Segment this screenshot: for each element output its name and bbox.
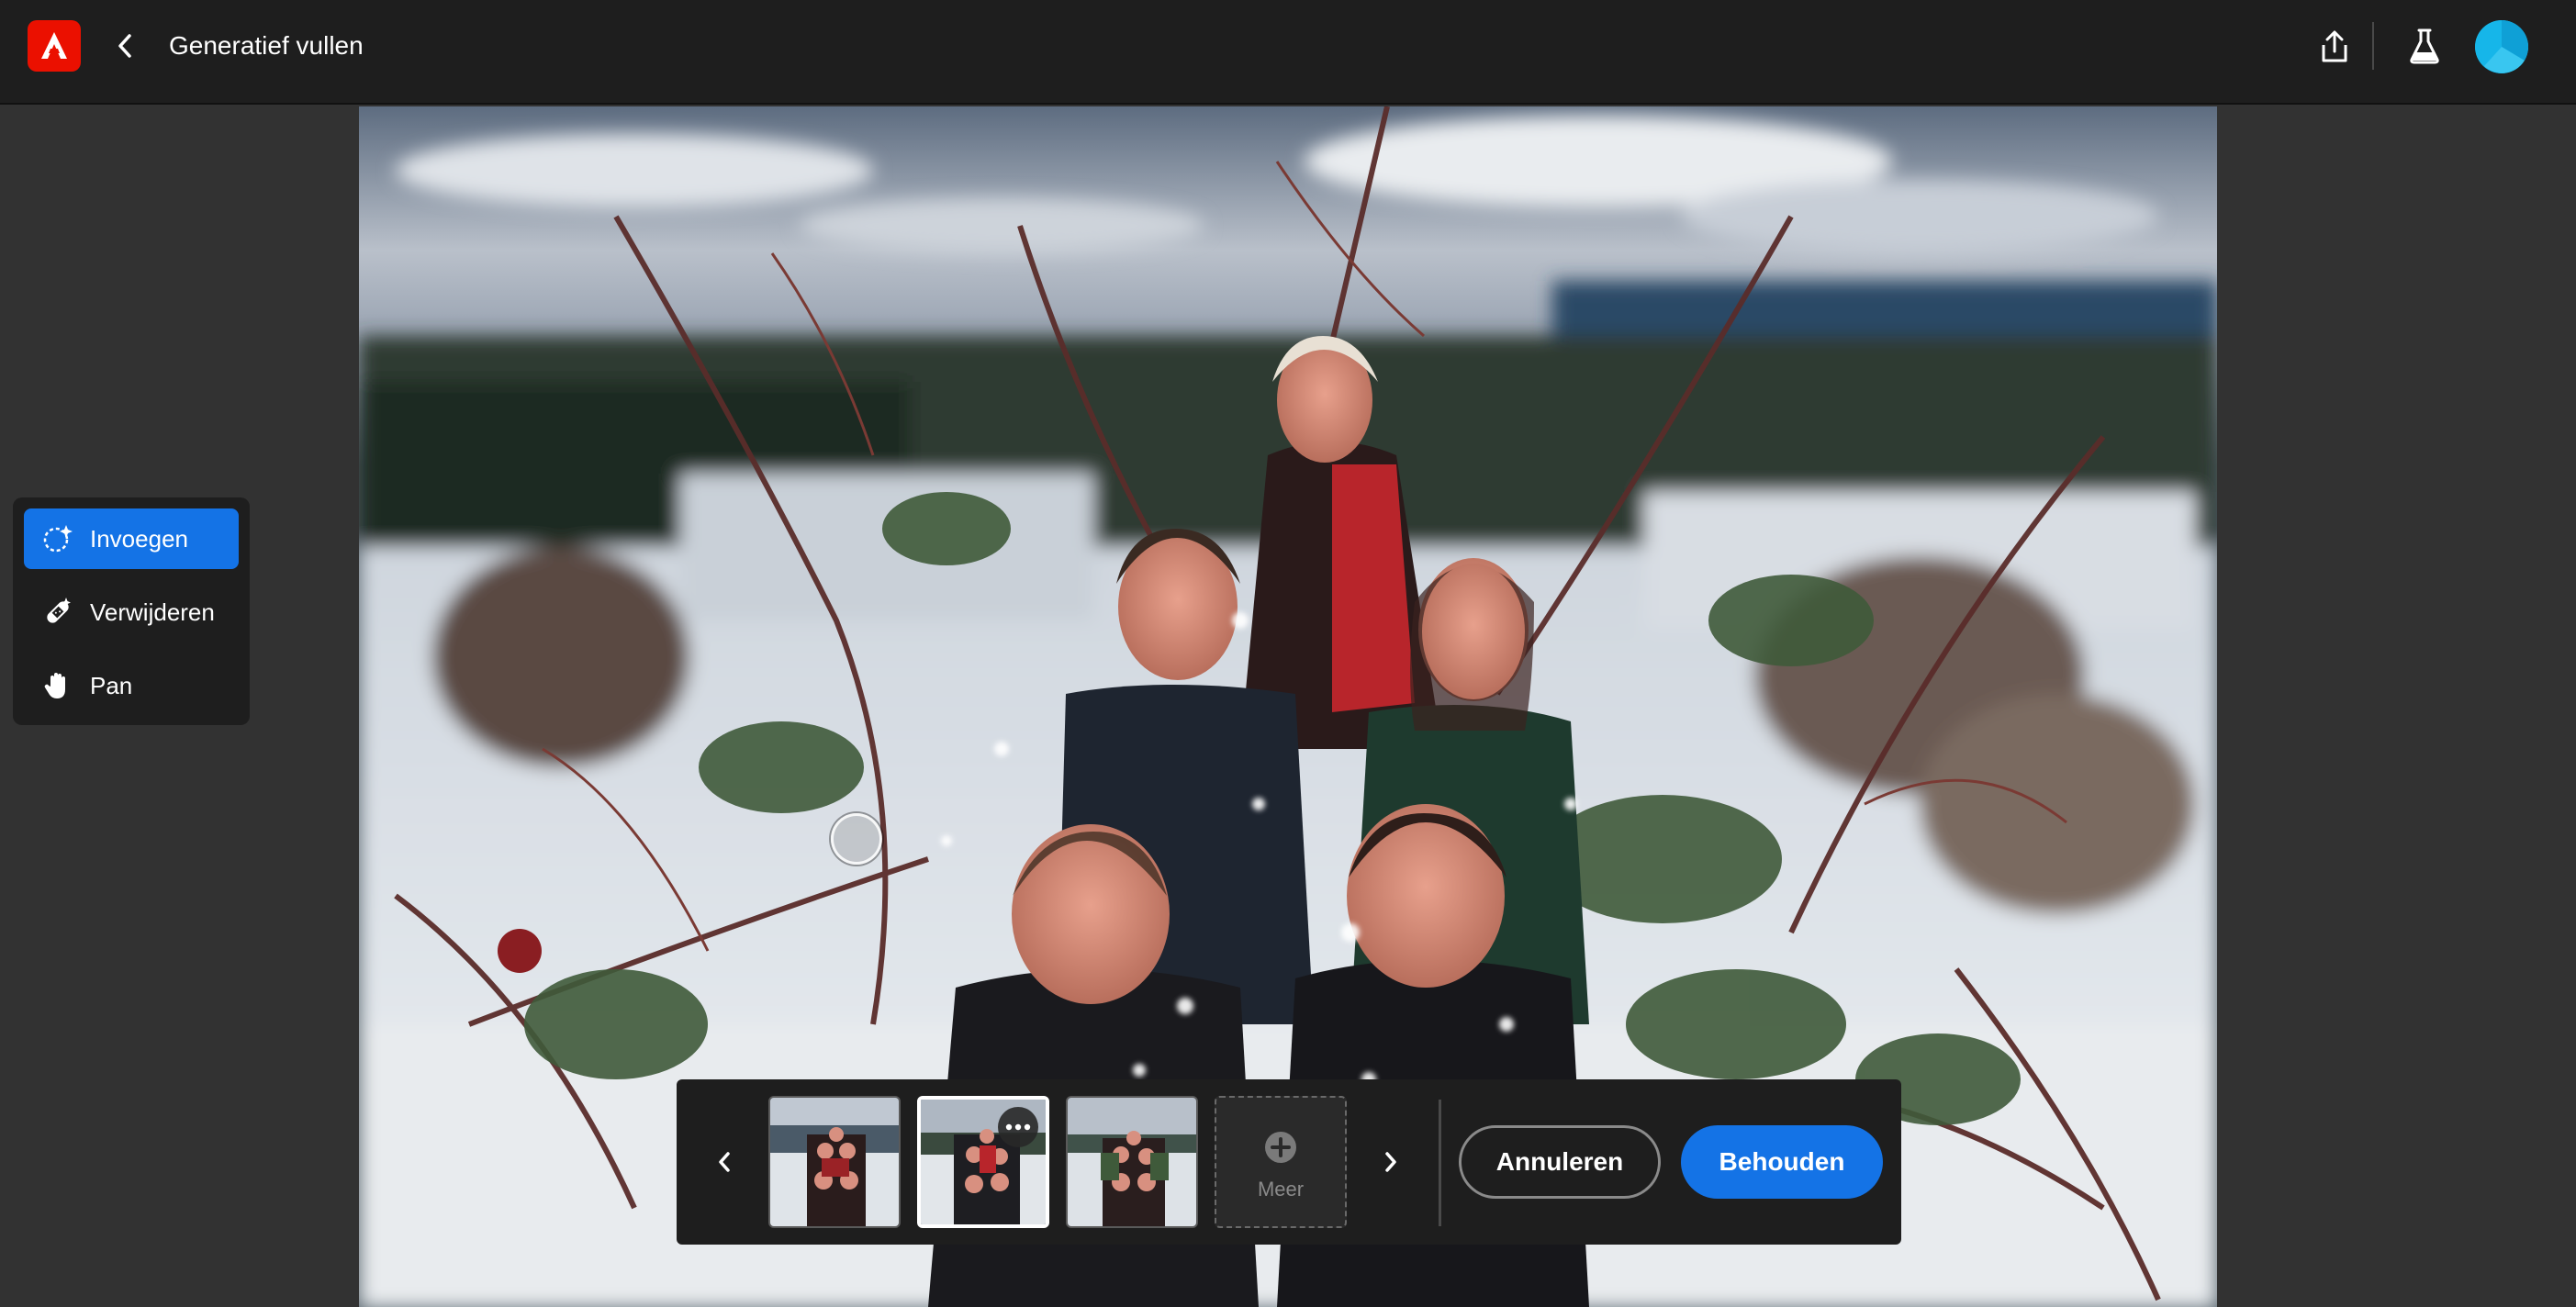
cancel-button[interactable]: Annuleren (1459, 1125, 1661, 1199)
tool-pan-label: Pan (90, 671, 133, 699)
hand-icon (42, 670, 73, 701)
share-button[interactable] (2315, 28, 2354, 66)
eraser-bandage-icon (42, 597, 73, 628)
tool-panel: Invoegen Verwijderen Pan (13, 497, 250, 725)
page-title: Generatief vullen (169, 31, 364, 60)
chevron-left-icon (719, 1152, 730, 1172)
thumbnail-image (1068, 1098, 1196, 1226)
generate-more-button[interactable]: Meer (1215, 1096, 1347, 1228)
top-bar: Generatief vullen (0, 0, 2576, 105)
variation-bar-divider (1439, 1100, 1441, 1226)
adobe-acrobat-icon[interactable] (28, 20, 81, 72)
chevron-left-icon (118, 34, 131, 58)
variation-thumbnail-selected[interactable] (917, 1096, 1049, 1228)
tool-insert-label: Invoegen (90, 524, 188, 553)
flask-icon (2410, 28, 2439, 64)
share-icon (2322, 30, 2347, 62)
tool-pan[interactable]: Pan (24, 655, 239, 716)
tool-remove-label: Verwijderen (90, 598, 215, 626)
tool-insert[interactable]: Invoegen (24, 508, 239, 569)
back-button[interactable] (108, 26, 141, 66)
brush-cursor (831, 813, 882, 865)
generative-fill-icon (42, 523, 73, 554)
more-options-icon (1005, 1123, 1031, 1131)
thumbnail-image (770, 1098, 899, 1226)
keep-button[interactable]: Behouden (1681, 1125, 1883, 1199)
prev-variation-button[interactable] (706, 1136, 743, 1188)
tool-remove[interactable]: Verwijderen (24, 582, 239, 642)
next-variation-button[interactable] (1372, 1136, 1409, 1188)
plus-circle-icon (1265, 1132, 1296, 1163)
variation-thumbnail[interactable] (1066, 1096, 1198, 1228)
variation-bar: Meer Annuleren Behouden (677, 1079, 1901, 1245)
variation-options-button[interactable] (998, 1107, 1038, 1147)
avatar[interactable] (2475, 20, 2528, 73)
chevron-right-icon (1385, 1152, 1396, 1172)
labs-button[interactable] (2405, 26, 2444, 66)
header-divider (2372, 22, 2374, 70)
variation-thumbnail[interactable] (768, 1096, 901, 1228)
generate-more-label: Meer (1257, 1178, 1305, 1201)
